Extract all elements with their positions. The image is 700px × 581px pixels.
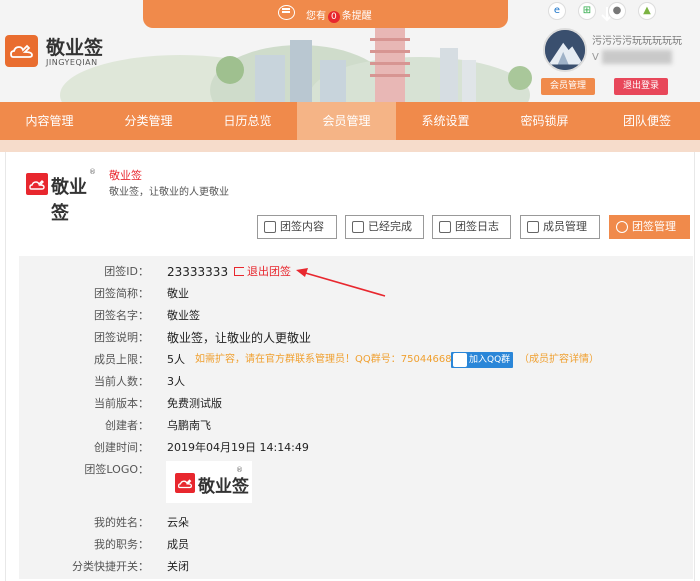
nav-member-management[interactable]: 会员管理 xyxy=(297,102,396,140)
qq-icon xyxy=(453,353,467,367)
created-time-label: 创建时间： xyxy=(94,441,149,454)
reminder-text: 您有 0 条提醒 xyxy=(306,11,372,23)
redacted-account xyxy=(602,50,672,64)
row-team-name: 团签名字： 敬业签 xyxy=(19,306,693,326)
team-id-value: 23333333 xyxy=(167,265,229,279)
team-short-value: 敬业 xyxy=(167,287,189,300)
nav-calendar-overview[interactable]: 日历总览 xyxy=(198,102,297,140)
team-logo-icon xyxy=(26,173,48,195)
my-name-value: 云朵 xyxy=(167,516,189,529)
app-logo-icon[interactable] xyxy=(5,35,38,67)
team-name-value: 敬业签 xyxy=(167,309,200,322)
log-icon xyxy=(439,221,451,233)
my-name-label: 我的姓名： xyxy=(94,516,149,529)
row-category-shortcut: 分类快捷开关： 关闭 xyxy=(19,557,693,577)
team-description: 敬业签，让敬业的人更敬业 xyxy=(109,187,229,198)
exit-icon xyxy=(234,267,244,276)
logout-button[interactable]: 退出登录 xyxy=(614,78,668,95)
user-icon xyxy=(527,221,539,233)
team-logo-image-text: 敬业签 xyxy=(198,477,249,497)
join-qq-group-button[interactable]: 加入QQ群 xyxy=(451,352,514,368)
exit-team-link[interactable]: 退出团签 xyxy=(234,262,291,282)
nav-system-settings[interactable]: 系统设置 xyxy=(396,102,495,140)
team-name-label: 团签名字： xyxy=(94,309,149,322)
nav-divider xyxy=(0,140,700,152)
platform-links: e ⊞ ● ▲ xyxy=(548,2,658,22)
message-icon xyxy=(278,5,295,20)
gear-icon xyxy=(616,221,628,233)
row-version: 当前版本： 免费测试版 xyxy=(19,394,693,414)
team-logo-label: 团签LOGO： xyxy=(84,463,149,476)
team-logo-image: 敬业签 ® xyxy=(166,461,252,503)
team-desc-label: 团签说明： xyxy=(94,331,149,344)
windows-icon[interactable]: ⊞ xyxy=(578,2,596,20)
row-team-id: 团签ID： 23333333 退出团签 xyxy=(19,262,693,282)
team-id-label: 团签ID： xyxy=(104,265,149,278)
member-limit-value: 5人 xyxy=(167,353,185,366)
team-logo-image-icon xyxy=(175,473,195,493)
member-management-button[interactable]: 会员管理 xyxy=(541,78,595,95)
team-info-table: 团签ID： 23333333 退出团签 团签简称： 敬业 团签名字： 敬业签 团… xyxy=(19,256,693,579)
team-logo-text: 敬业签 xyxy=(51,177,87,224)
expand-hint: 如需扩容，请在官方群联系管理员！QQ群号：750446687 xyxy=(195,354,459,365)
row-creator: 创建者： 乌鹏南飞 xyxy=(19,416,693,436)
category-shortcut-label: 分类快捷开关： xyxy=(72,560,149,573)
my-role-value: 成员 xyxy=(167,538,189,551)
row-team-short: 团签简称： 敬业 xyxy=(19,284,693,304)
tab-team-content[interactable]: 团签内容 xyxy=(257,215,337,239)
nav-content-management[interactable]: 内容管理 xyxy=(0,102,99,140)
tab-team-log[interactable]: 团签日志 xyxy=(432,215,511,239)
ie-icon[interactable]: e xyxy=(548,2,566,20)
team-name[interactable]: 敬业签 xyxy=(109,167,142,183)
android-icon[interactable]: ▲ xyxy=(638,2,656,20)
member-count-value: 3人 xyxy=(167,375,185,388)
tab-completed[interactable]: 已经完成 xyxy=(345,215,424,239)
main-nav: 内容管理 分类管理 日历总览 会员管理 系统设置 密码锁屏 团队便签 xyxy=(0,102,700,140)
row-member-count: 当前人数： 3人 xyxy=(19,372,693,392)
tab-member-management[interactable]: 成员管理 xyxy=(520,215,600,239)
creator-label: 创建者： xyxy=(105,419,149,432)
registered-mark: ® xyxy=(89,168,96,176)
brand-name: 敬业签 xyxy=(46,37,104,59)
member-limit-label: 成员上限： xyxy=(94,353,149,366)
creator-value: 乌鹏南飞 xyxy=(167,419,211,432)
brand-subtitle: JINGYEQIAN xyxy=(46,58,98,67)
my-role-label: 我的职务： xyxy=(94,538,149,551)
user-display-name: 污污污污玩玩玩玩玩 xyxy=(592,36,682,47)
nav-password-lock[interactable]: 密码锁屏 xyxy=(495,102,594,140)
row-my-role: 我的职务： 成员 xyxy=(19,535,693,555)
expand-detail-link[interactable]: （成员扩容详情） xyxy=(519,350,599,370)
nav-team-notes[interactable]: 团队便签 xyxy=(594,102,700,140)
row-created-time: 创建时间： 2019年04月19日 14:14:49 xyxy=(19,438,693,458)
user-account-prefix: V xyxy=(592,52,599,63)
row-team-logo: 团签LOGO： xyxy=(19,460,693,480)
created-time-value: 2019年04月19日 14:14:49 xyxy=(167,441,309,454)
check-box-icon xyxy=(352,221,364,233)
app-header: 您有 0 条提醒 敬业签 JINGYEQIAN e ⊞ ● ▲ 污污污污玩玩玩玩玩 … xyxy=(0,0,700,102)
team-short-label: 团签简称： xyxy=(94,287,149,300)
category-shortcut-value[interactable]: 关闭 xyxy=(167,557,189,577)
team-logo: 敬业签 ® xyxy=(26,168,101,224)
reminder-count-badge: 0 xyxy=(328,11,340,23)
row-team-desc: 团签说明： 敬业签，让敬业的人更敬业 xyxy=(19,328,693,348)
grid-icon xyxy=(264,221,276,233)
nav-category-management[interactable]: 分类管理 xyxy=(99,102,198,140)
team-desc-value: 敬业签，让敬业的人更敬业 xyxy=(167,331,312,345)
avatar[interactable] xyxy=(543,28,587,72)
member-count-label: 当前人数： xyxy=(94,375,149,388)
apple-icon[interactable]: ● xyxy=(608,2,626,20)
row-member-limit: 成员上限： 5人 如需扩容，请在官方群联系管理员！QQ群号：750446687 … xyxy=(19,350,693,370)
team-logo-image-reg: ® xyxy=(236,466,243,474)
version-value: 免费测试版 xyxy=(167,397,222,410)
team-panel: 敬业签 ® 敬业签 敬业签，让敬业的人更敬业 团签内容 已经完成 团签日志 成员… xyxy=(5,152,695,581)
version-label: 当前版本： xyxy=(94,397,149,410)
reminder-bar[interactable]: 您有 0 条提醒 xyxy=(143,0,613,28)
tab-team-management[interactable]: 团签管理 xyxy=(609,215,690,239)
row-my-name: 我的姓名： 云朵 xyxy=(19,513,693,533)
